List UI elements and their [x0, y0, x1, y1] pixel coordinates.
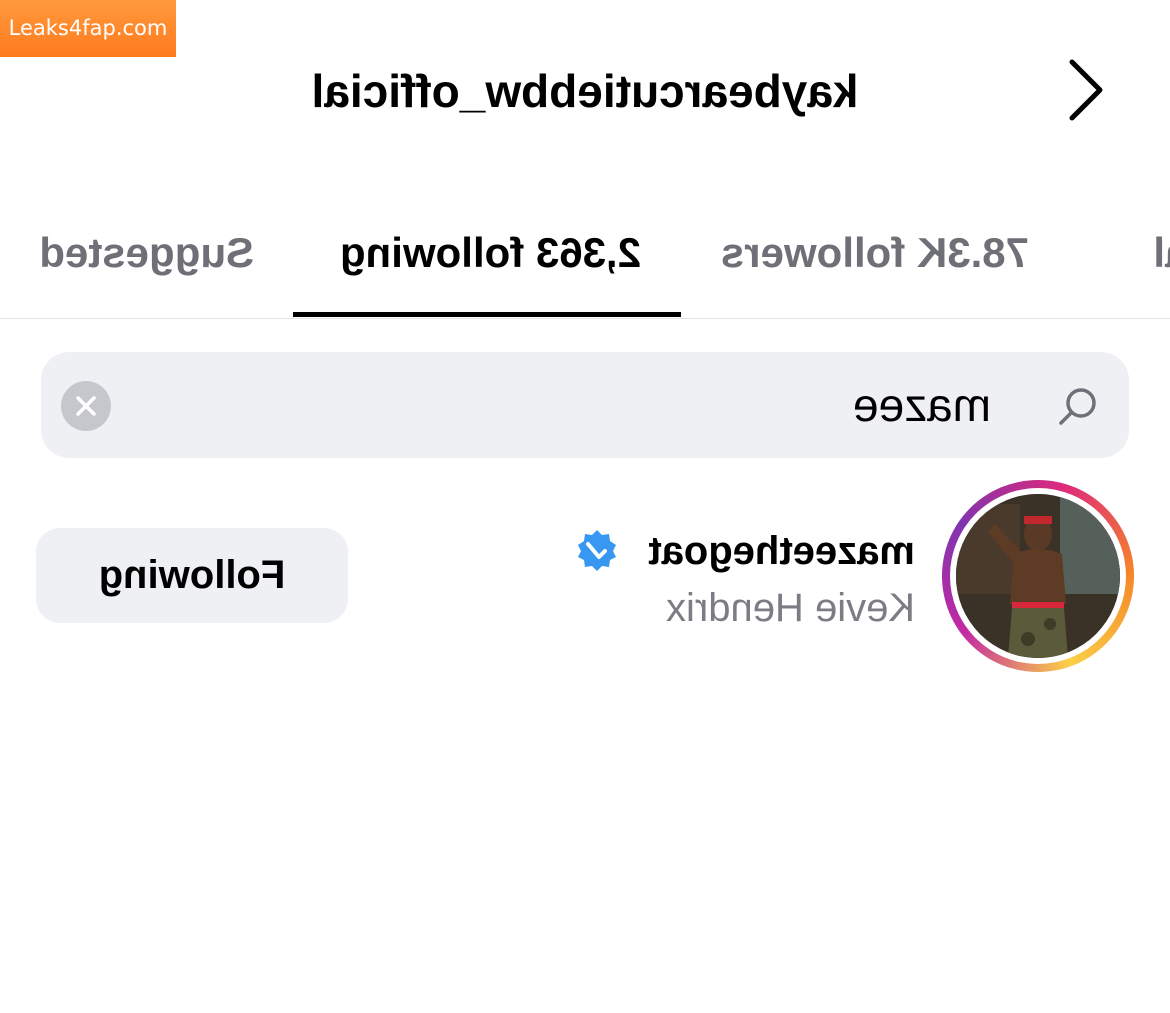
avatar [950, 488, 1126, 664]
verified-badge-icon [578, 530, 616, 571]
full-name: Kevie Hendrix [665, 586, 915, 630]
search-bar[interactable] [41, 352, 1129, 458]
search-icon [1059, 388, 1096, 425]
watermark-logo: Leaks4fap.com [0, 0, 176, 57]
story-ring[interactable] [942, 480, 1134, 672]
following-button[interactable]: Following [36, 528, 348, 623]
active-tab-indicator [293, 312, 681, 317]
clear-icon[interactable] [61, 381, 111, 431]
search-input[interactable] [291, 374, 991, 436]
tab-mutual[interactable]: ual [1153, 215, 1170, 315]
page-title: kaybearcutiebbw_official [311, 65, 859, 117]
tab-bar: ual 78.3K followers 2,363 following Sugg… [0, 215, 1170, 319]
tab-following[interactable]: 2,363 following [340, 215, 641, 315]
list-item[interactable]: mazeethegoat Kevie Hendrix Following [0, 478, 1170, 678]
avatar-image [956, 494, 1120, 658]
username[interactable]: mazeethegoat [648, 528, 915, 574]
tab-followers[interactable]: 78.3K followers [721, 215, 1029, 315]
mirrored-screen: kaybearcutiebbw_official ual 78.3K follo… [0, 0, 1170, 1013]
tab-suggested[interactable]: Suggested [39, 215, 254, 315]
